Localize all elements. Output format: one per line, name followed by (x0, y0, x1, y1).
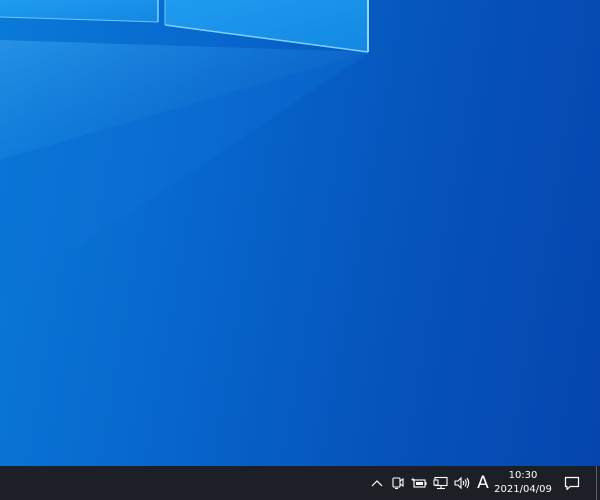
volume-button[interactable] (452, 466, 472, 500)
meet-now-button[interactable] (388, 466, 408, 500)
network-status-button[interactable] (430, 466, 452, 500)
meet-now-icon (392, 477, 404, 490)
clock-button[interactable]: 10:30 2021/04/09 (494, 466, 552, 500)
battery-status-button[interactable] (408, 466, 430, 500)
chevron-up-icon (371, 480, 383, 487)
window-pane-left (0, 0, 158, 22)
show-hidden-icons-button[interactable] (366, 466, 388, 500)
clock-time: 10:30 (508, 470, 538, 481)
clock-date: 2021/04/09 (494, 484, 552, 495)
window-pane-right (165, 0, 368, 52)
ethernet-network-icon (433, 476, 448, 490)
battery-charging-icon (411, 477, 427, 488)
action-center-icon (564, 476, 580, 490)
show-desktop-button[interactable] (596, 466, 600, 500)
input-method-indicator[interactable]: A (472, 466, 494, 500)
action-center-button[interactable] (556, 466, 588, 500)
taskbar: A 10:30 2021/04/09 (0, 466, 600, 500)
desktop-wallpaper (0, 0, 370, 300)
speaker-volume-icon (454, 476, 470, 490)
desktop[interactable] (0, 0, 600, 466)
